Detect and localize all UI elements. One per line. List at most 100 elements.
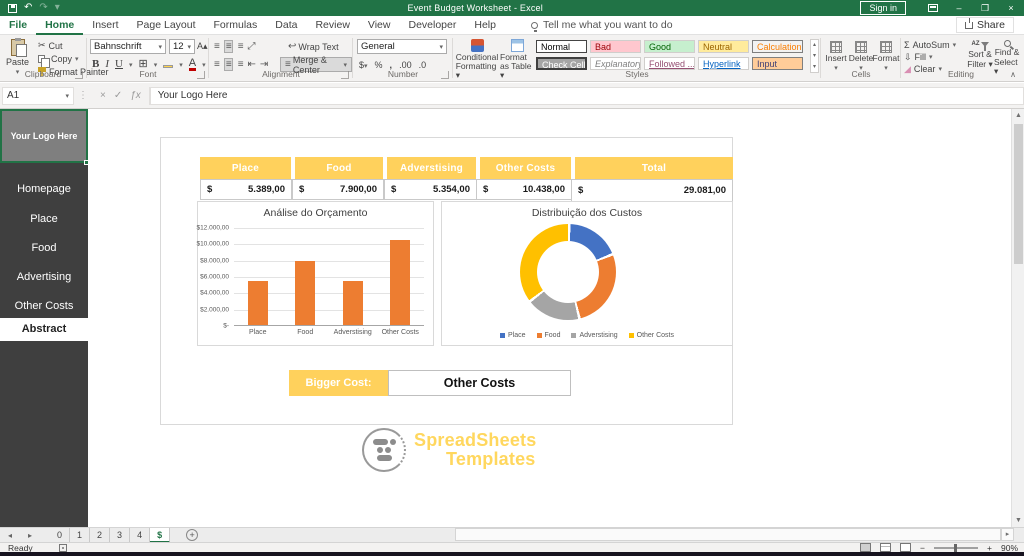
- sidebar-item-abstract-active[interactable]: Abstract: [0, 318, 88, 341]
- align-middle-icon[interactable]: ≡: [223, 40, 233, 53]
- sheet-nav-right-icon[interactable]: ▸: [20, 531, 40, 540]
- clipboard-dialog-launcher[interactable]: [75, 71, 83, 79]
- table-value-total[interactable]: $29.081,00: [571, 179, 733, 202]
- sheet-nav-left-icon[interactable]: ◂: [0, 531, 20, 540]
- sidebar-item-homepage[interactable]: Homepage: [0, 181, 88, 197]
- vertical-scroll-thumb[interactable]: [1014, 124, 1023, 264]
- table-header-total[interactable]: Total: [573, 157, 733, 179]
- font-size-select[interactable]: 12 ▾: [169, 39, 195, 54]
- sidebar-item-advertising[interactable]: Advertising: [0, 269, 88, 285]
- style-bad[interactable]: Bad: [590, 40, 641, 53]
- align-bottom-icon[interactable]: ≡: [238, 41, 244, 52]
- bar-chart[interactable]: Análise do Orçamento $12.000,00 $10.000,0…: [196, 201, 434, 346]
- zoom-slider-thumb[interactable]: [954, 543, 958, 552]
- tab-data[interactable]: Data: [266, 16, 306, 35]
- insert-function-icon[interactable]: ƒx: [130, 90, 141, 101]
- style-good[interactable]: Good: [644, 40, 695, 53]
- table-value-place[interactable]: $5.389,00: [200, 179, 292, 200]
- tab-file[interactable]: File: [0, 16, 36, 35]
- formula-bar-input[interactable]: Your Logo Here: [149, 86, 1024, 105]
- table-header-place[interactable]: Place: [200, 157, 291, 179]
- decrease-decimal-icon[interactable]: .0: [419, 60, 427, 70]
- style-neutral[interactable]: Neutral: [698, 40, 749, 53]
- selection-fill-handle[interactable]: [84, 160, 89, 165]
- sign-in-button[interactable]: Sign in: [860, 1, 906, 15]
- share-button[interactable]: Share: [955, 17, 1014, 33]
- normal-view-icon[interactable]: [860, 543, 872, 552]
- horizontal-scrollbar[interactable]: [455, 528, 1001, 541]
- tab-home[interactable]: Home: [36, 16, 84, 35]
- number-dialog-launcher[interactable]: [441, 71, 449, 79]
- fill-color-icon[interactable]: [163, 60, 174, 70]
- increase-decimal-icon[interactable]: .00: [399, 60, 412, 70]
- zoom-out-icon[interactable]: −: [920, 543, 925, 553]
- redo-icon[interactable]: ↷: [39, 3, 47, 13]
- enter-icon[interactable]: ✓: [114, 90, 122, 101]
- name-box[interactable]: A1 ▾: [2, 86, 74, 105]
- style-calculation[interactable]: Calculation: [752, 40, 803, 53]
- tab-formulas[interactable]: Formulas: [205, 16, 267, 35]
- donut-chart[interactable]: Distribuição dos Custos Place Food Adverst…: [441, 201, 733, 346]
- accounting-format-icon[interactable]: $▾: [359, 60, 368, 70]
- table-header-food[interactable]: Food: [293, 157, 383, 179]
- percent-style-icon[interactable]: %: [375, 60, 383, 70]
- tab-page-layout[interactable]: Page Layout: [128, 16, 205, 35]
- sidebar-item-food[interactable]: Food: [0, 240, 88, 256]
- align-top-icon[interactable]: ≡: [214, 41, 220, 52]
- sheet-tab-1[interactable]: 1: [70, 527, 91, 543]
- page-break-view-icon[interactable]: [900, 543, 912, 552]
- sidebar-item-other-costs[interactable]: Other Costs: [0, 298, 88, 314]
- styles-gallery-scrollbar[interactable]: ▴ ▾ ▾: [810, 39, 819, 73]
- bigger-cost-value[interactable]: Other Costs: [388, 370, 571, 396]
- zoom-slider[interactable]: [934, 543, 979, 552]
- tab-help[interactable]: Help: [465, 16, 505, 35]
- undo-icon[interactable]: ↶: [24, 3, 32, 13]
- tell-me-box[interactable]: Tell me what you want to do: [530, 19, 673, 32]
- table-value-other-costs[interactable]: $10.438,00: [476, 179, 572, 200]
- save-icon[interactable]: [8, 3, 17, 13]
- sheet-tab-0[interactable]: 0: [50, 527, 71, 543]
- sheet-tab-3[interactable]: 3: [110, 527, 131, 543]
- zoom-in-icon[interactable]: +: [987, 543, 992, 553]
- cancel-icon[interactable]: ×: [100, 90, 106, 101]
- grow-font-icon[interactable]: A▴: [197, 41, 208, 52]
- style-normal[interactable]: Normal: [536, 40, 587, 53]
- minimize-button[interactable]: –: [946, 3, 972, 13]
- logo-cell-selected[interactable]: Your Logo Here: [0, 109, 88, 163]
- page-layout-view-icon[interactable]: [880, 543, 892, 552]
- customize-qat-icon[interactable]: ▾: [55, 3, 60, 13]
- alignment-dialog-launcher[interactable]: [341, 71, 349, 79]
- sidebar-item-place[interactable]: Place: [0, 211, 88, 227]
- vertical-scrollbar[interactable]: ▲ ▼: [1011, 109, 1024, 527]
- table-value-food[interactable]: $7.900,00: [292, 179, 384, 200]
- wrap-text-button[interactable]: ↩ Wrap Text: [288, 40, 339, 53]
- table-header-other-costs[interactable]: Other Costs: [478, 157, 571, 179]
- font-dialog-launcher[interactable]: [197, 71, 205, 79]
- table-header-advertising[interactable]: Adverstising: [385, 157, 476, 179]
- tab-review[interactable]: Review: [306, 16, 358, 35]
- zoom-level[interactable]: 90%: [1001, 543, 1018, 553]
- orientation-icon[interactable]: ⤢: [248, 41, 256, 52]
- collapse-ribbon-icon[interactable]: ∧: [1010, 70, 1016, 79]
- sort-filter-button[interactable]: AZ Sort & Filter ▾: [966, 40, 994, 69]
- table-value-advertising[interactable]: $5.354,00: [384, 179, 477, 200]
- scroll-down-icon[interactable]: ▼: [1012, 514, 1024, 527]
- restore-button[interactable]: ❐: [972, 3, 998, 14]
- ribbon-display-options-icon[interactable]: [920, 3, 946, 13]
- font-name-select[interactable]: Bahnschrift ▾: [90, 39, 166, 54]
- tab-developer[interactable]: Developer: [399, 16, 465, 35]
- sheet-tab-2[interactable]: 2: [90, 527, 111, 543]
- new-sheet-icon[interactable]: +: [186, 529, 199, 541]
- tab-view[interactable]: View: [359, 16, 400, 35]
- hscroll-right-icon[interactable]: ▸: [1001, 528, 1014, 541]
- tab-insert[interactable]: Insert: [83, 16, 127, 35]
- sheet-tab-active[interactable]: $: [150, 527, 171, 543]
- scroll-up-icon[interactable]: ▲: [1012, 109, 1024, 122]
- fill-button[interactable]: ⇩ Fill ▾: [904, 51, 956, 63]
- sheet-tab-4[interactable]: 4: [130, 527, 151, 543]
- macro-record-icon[interactable]: [58, 543, 67, 552]
- number-format-select[interactable]: General ▾: [357, 39, 447, 54]
- close-button[interactable]: ×: [998, 3, 1024, 13]
- autosum-button[interactable]: Σ AutoSum ▾: [904, 39, 956, 51]
- comma-style-icon[interactable]: ,: [390, 60, 393, 70]
